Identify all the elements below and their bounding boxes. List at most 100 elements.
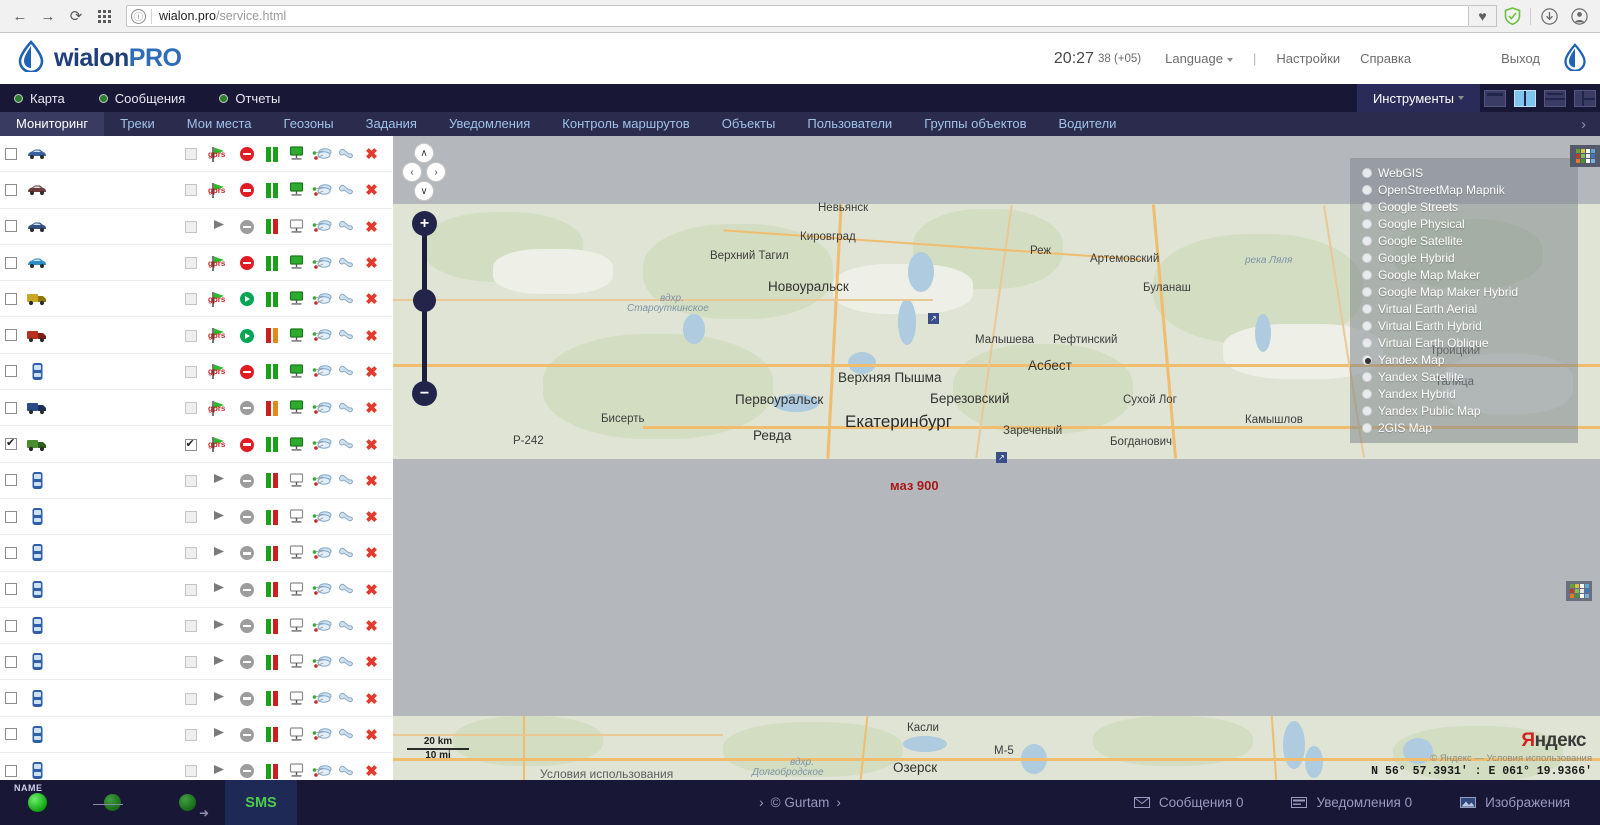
delete-icon[interactable]: ✖ (359, 472, 384, 490)
monitor-icon[interactable] (284, 400, 309, 416)
layout-split-vertical-icon[interactable] (1514, 90, 1536, 107)
object-select-checkbox[interactable] (5, 148, 17, 160)
radio-button-icon[interactable] (1362, 389, 1372, 399)
map-layer-option[interactable]: Virtual Earth Oblique (1350, 334, 1578, 351)
radio-button-icon[interactable] (1362, 270, 1372, 280)
object-select-checkbox[interactable] (5, 220, 17, 232)
object-row[interactable]: gprs✖ (0, 426, 392, 462)
radio-button-icon[interactable] (1362, 202, 1372, 212)
row-visibility-checkbox[interactable] (178, 293, 203, 305)
wrench-icon[interactable] (334, 727, 359, 742)
row-visibility-checkbox[interactable] (178, 148, 203, 160)
engine-state-icon[interactable] (234, 474, 259, 488)
layout-three-pane-icon[interactable] (1574, 90, 1596, 107)
tab-monitoring[interactable]: Мониторинг (0, 112, 104, 136)
tab-geofences[interactable]: Геозоны (268, 112, 350, 136)
nav-item-reports[interactable]: Отчеты (219, 91, 296, 106)
monitor-icon[interactable] (284, 727, 309, 743)
object-select-checkbox[interactable] (5, 728, 17, 740)
delete-icon[interactable]: ✖ (359, 762, 384, 780)
status-images[interactable]: Изображения (1460, 795, 1570, 810)
sensors-icon[interactable] (309, 256, 334, 271)
help-link[interactable]: Справка (1360, 51, 1411, 66)
object-list-panel[interactable]: gprs✖gprs✖✖gprs✖gprs✖gprs✖gprs✖gprs✖gprs… (0, 136, 392, 780)
engine-state-icon[interactable] (234, 220, 259, 234)
row-visibility-checkbox[interactable] (178, 656, 203, 668)
gprs-flag-icon[interactable]: gprs (203, 182, 234, 199)
layout-split-horizontal-icon[interactable] (1544, 90, 1566, 107)
wrench-icon[interactable] (334, 437, 359, 452)
map-layer-option[interactable]: WebGIS (1350, 164, 1578, 181)
wrench-icon[interactable] (334, 582, 359, 597)
sensors-icon[interactable] (309, 473, 334, 488)
sensors-icon[interactable] (309, 655, 334, 670)
signal-bars-icon[interactable] (259, 328, 284, 343)
delete-icon[interactable]: ✖ (359, 581, 384, 599)
map-layer-option[interactable]: Google Map Maker (1350, 266, 1578, 283)
delete-icon[interactable]: ✖ (359, 290, 384, 308)
gprs-flag-icon[interactable]: gprs (203, 255, 234, 272)
radio-button-icon[interactable] (1362, 423, 1372, 433)
map-layer-option[interactable]: Google Physical (1350, 215, 1578, 232)
row-visibility-checkbox[interactable] (178, 765, 203, 777)
zoom-in-button[interactable]: + (412, 211, 437, 236)
back-arrow-icon[interactable]: ← (6, 3, 34, 29)
signal-bars-icon[interactable] (259, 219, 284, 234)
zoom-slider-handle[interactable] (413, 289, 436, 312)
wrench-icon[interactable] (334, 510, 359, 525)
map-layer-option[interactable]: Yandex Hybrid (1350, 385, 1578, 402)
wrench-icon[interactable] (334, 473, 359, 488)
signal-bars-icon[interactable] (259, 473, 284, 488)
status-led-3[interactable]: ➜ (150, 794, 225, 811)
signal-bars-icon[interactable] (259, 401, 284, 416)
sensors-icon[interactable] (309, 546, 334, 561)
sensors-icon[interactable] (309, 364, 334, 379)
object-row[interactable]: gprs✖ (0, 390, 392, 426)
sensors-icon[interactable] (309, 328, 334, 343)
row-visibility-checkbox[interactable] (178, 584, 203, 596)
signal-bars-icon[interactable] (259, 691, 284, 706)
engine-state-icon[interactable] (234, 183, 259, 197)
object-row[interactable]: gprs ✖ (0, 281, 392, 317)
object-row[interactable]: ✖ (0, 209, 392, 245)
monitor-icon[interactable] (284, 146, 309, 162)
gprs-flag-icon[interactable]: gprs (203, 146, 234, 163)
delete-icon[interactable]: ✖ (359, 399, 384, 417)
object-row[interactable]: ✖ (0, 463, 392, 499)
monitor-icon[interactable] (284, 291, 309, 307)
status-notifications[interactable]: Уведомления 0 (1291, 795, 1412, 810)
radio-button-icon[interactable] (1362, 236, 1372, 246)
reload-icon[interactable]: ⟳ (62, 3, 90, 29)
wrench-icon[interactable] (334, 655, 359, 670)
map-layers-icon-secondary[interactable] (1566, 581, 1592, 601)
tab-unit-groups[interactable]: Группы объектов (908, 112, 1042, 136)
signal-bars-icon[interactable] (259, 364, 284, 379)
sensors-icon[interactable] (309, 401, 334, 416)
gprs-flag-icon[interactable] (203, 545, 234, 562)
object-row[interactable]: gprs✖ (0, 136, 392, 172)
object-select-checkbox[interactable] (5, 474, 17, 486)
delete-icon[interactable]: ✖ (359, 181, 384, 199)
map-layer-option[interactable]: Yandex Satellite (1350, 368, 1578, 385)
sensors-icon[interactable] (309, 582, 334, 597)
row-visibility-checkbox[interactable] (178, 620, 203, 632)
chevron-right-icon[interactable]: › (426, 162, 446, 182)
map-viewport[interactable]: НевьянскКировградВерхний ТагилРежАртемов… (393, 136, 1600, 780)
object-row[interactable]: gprs✖ (0, 245, 392, 281)
engine-state-icon[interactable] (234, 292, 259, 306)
object-select-checkbox[interactable] (5, 765, 17, 777)
engine-state-icon[interactable] (234, 546, 259, 560)
engine-state-icon[interactable] (234, 438, 259, 452)
monitor-icon[interactable] (284, 509, 309, 525)
gurtam-label[interactable]: © Gurtam (771, 795, 830, 810)
delete-icon[interactable]: ✖ (359, 363, 384, 381)
object-select-checkbox[interactable] (5, 547, 17, 559)
object-row[interactable]: gprs✖ (0, 354, 392, 390)
wrench-icon[interactable] (334, 619, 359, 634)
tab-notifications[interactable]: Уведомления (433, 112, 546, 136)
object-select-checkbox[interactable] (5, 511, 17, 523)
row-visibility-checkbox[interactable] (178, 366, 203, 378)
object-select-checkbox[interactable] (5, 438, 17, 450)
gprs-flag-icon[interactable]: gprs (203, 291, 234, 308)
radio-button-icon[interactable] (1362, 185, 1372, 195)
